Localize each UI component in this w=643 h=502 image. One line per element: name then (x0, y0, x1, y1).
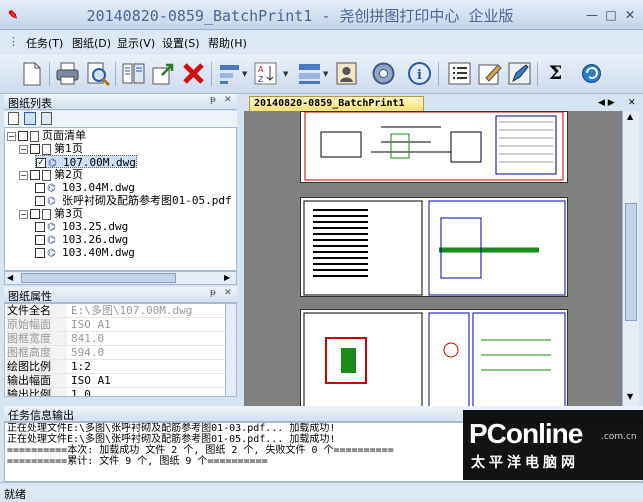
maximize-icon[interactable]: □ (604, 8, 618, 22)
tree-file-item[interactable]: ⌬ 103.25.dwg (35, 220, 128, 233)
status-text: 就绪 (4, 488, 26, 501)
tree-page-1[interactable]: − 第1页 (19, 142, 83, 155)
close-icon[interactable]: ✕ (623, 8, 637, 22)
preview-page-3[interactable] (300, 309, 568, 406)
page-view-icon[interactable] (8, 112, 19, 125)
drawing-list-title: 图纸列表 ᵽ ✕ (4, 94, 237, 110)
new-page-icon[interactable] (18, 60, 45, 87)
sigma-icon[interactable]: Σ (542, 60, 569, 87)
tree-root[interactable]: − 页面清单 (7, 129, 86, 142)
minimize-icon[interactable]: — (585, 8, 599, 22)
preview-vertical-scrollbar[interactable]: ▲ ▼ (622, 111, 639, 406)
delete-icon[interactable] (180, 60, 207, 87)
tree-horizontal-scrollbar[interactable]: ◀ ▶ (4, 271, 237, 285)
tree-view-icon[interactable] (24, 112, 36, 125)
pin-icon[interactable]: ᵽ (210, 95, 216, 105)
output-title-text: 任务信息输出 (8, 409, 74, 422)
export-icon[interactable] (150, 60, 177, 87)
tree-file-item[interactable]: ⌬ 张呼衬砌及配筋参考图01-05.pdf (35, 194, 232, 207)
watermark-brand: PConline (469, 418, 583, 449)
panel-close-icon[interactable]: ✕ (224, 95, 232, 105)
preview-page-1[interactable] (300, 111, 568, 183)
edit-icon[interactable] (476, 60, 503, 87)
tree-file-item[interactable]: ⌬ 103.04M.dwg (35, 181, 135, 194)
menu-drawing[interactable]: 图纸(D) (72, 35, 111, 51)
drawing-tree: − 页面清单 − 第1页 ✓ ⌬ 107.00M.dwg − 第2页 ⌬ 103.04M.d… (4, 127, 237, 271)
scroll-left-icon[interactable]: ◀ (7, 273, 13, 282)
watermark-logo: PConline .com.cn 太平洋电脑网 (463, 410, 643, 480)
title-bar: ✎ 20140820-0859_BatchPrint1 - 尧创拼图打印中心 企… (0, 0, 643, 30)
prop-row[interactable]: 文件全名 E:\多图\107.00M.dwg (5, 304, 225, 318)
menu-bar: ⋮ 任务(T) 图纸(D) 显示(V) 设置(S) 帮助(H) (0, 31, 643, 53)
svg-text:i: i (417, 68, 422, 83)
layout-icon[interactable] (120, 60, 147, 87)
scroll-right-icon[interactable]: ▶ (224, 273, 230, 282)
prop-row[interactable]: 输出幅面 ISO A1 (5, 374, 225, 388)
menu-view[interactable]: 显示(V) (117, 35, 155, 51)
pen-icon[interactable] (506, 60, 533, 87)
settings-icon[interactable] (370, 60, 397, 87)
tree-file-item[interactable]: ⌬ 103.26.dwg (35, 233, 128, 246)
tree-file-item[interactable]: ⌬ 103.40M.dwg (35, 246, 135, 259)
scroll-thumb[interactable] (21, 273, 176, 283)
arrange-icon[interactable] (296, 60, 323, 87)
tree-page-3[interactable]: − 第3页 (19, 207, 83, 220)
drawing-list-toolbar (4, 111, 237, 127)
toolbar: ▼ AZ ▼ ▼ i Σ (0, 54, 643, 94)
tab-close-icon[interactable]: ✕ (628, 98, 636, 108)
panel-close-icon[interactable]: ✕ (224, 288, 232, 298)
menu-settings[interactable]: 设置(S) (162, 35, 200, 51)
svg-text:A: A (258, 65, 264, 74)
prop-row[interactable]: 输出比例 1.0 (5, 388, 225, 396)
prop-row[interactable]: 图框宽度 841.0 (5, 332, 225, 346)
list-icon[interactable] (446, 60, 473, 87)
tree-file-item[interactable]: ✓ ⌬ 107.00M.dwg (35, 155, 137, 169)
preview-canvas[interactable] (244, 111, 622, 406)
sort-az-icon[interactable]: AZ (252, 60, 279, 87)
tab-scroll-icon[interactable]: ◀ ▶ (598, 98, 615, 108)
svg-text:Z: Z (258, 75, 264, 84)
prop-row[interactable]: 绘图比例 1:2 (5, 360, 225, 374)
preview-page-2[interactable] (300, 197, 568, 297)
detail-view-icon[interactable] (41, 112, 52, 125)
window-title: 20140820-0859_BatchPrint1 - 尧创拼图打印中心 企业版 (86, 7, 514, 25)
tree-page-2[interactable]: − 第2页 (19, 168, 83, 181)
scroll-up-icon[interactable]: ▲ (627, 112, 633, 121)
scroll-down-icon[interactable]: ▼ (627, 392, 633, 401)
align-icon[interactable] (216, 60, 243, 87)
prop-row[interactable]: 图框高度 594.0 (5, 346, 225, 360)
watermark-domain: .com.cn (601, 432, 637, 442)
props-scrollbar[interactable] (225, 304, 236, 396)
document-tab[interactable]: 20140820-0859_BatchPrint1 (249, 96, 424, 111)
print-preview-icon[interactable] (84, 60, 111, 87)
pin-icon[interactable]: ᵽ (210, 288, 216, 298)
menu-grip-icon: ⋮ (8, 35, 19, 48)
portrait-icon[interactable] (333, 60, 360, 87)
menu-task[interactable]: 任务(T) (26, 35, 63, 51)
info-icon[interactable]: i (406, 60, 433, 87)
print-icon[interactable] (54, 60, 81, 87)
menu-help[interactable]: 帮助(H) (208, 35, 247, 51)
properties-grid: 文件全名 E:\多图\107.00M.dwg 原始幅面 ISO A1 图框宽度 841… (4, 303, 237, 397)
scroll-thumb[interactable] (625, 203, 637, 321)
refresh-icon[interactable] (578, 60, 605, 87)
prop-row[interactable]: 原始幅面 ISO A1 (5, 318, 225, 332)
status-bar: 就绪 (0, 482, 643, 501)
properties-title-text: 图纸属性 (8, 290, 52, 303)
properties-title: 图纸属性 ᵽ ✕ (4, 287, 237, 303)
drawing-list-title-text: 图纸列表 (8, 97, 52, 110)
watermark-subtitle: 太平洋电脑网 (471, 454, 579, 470)
